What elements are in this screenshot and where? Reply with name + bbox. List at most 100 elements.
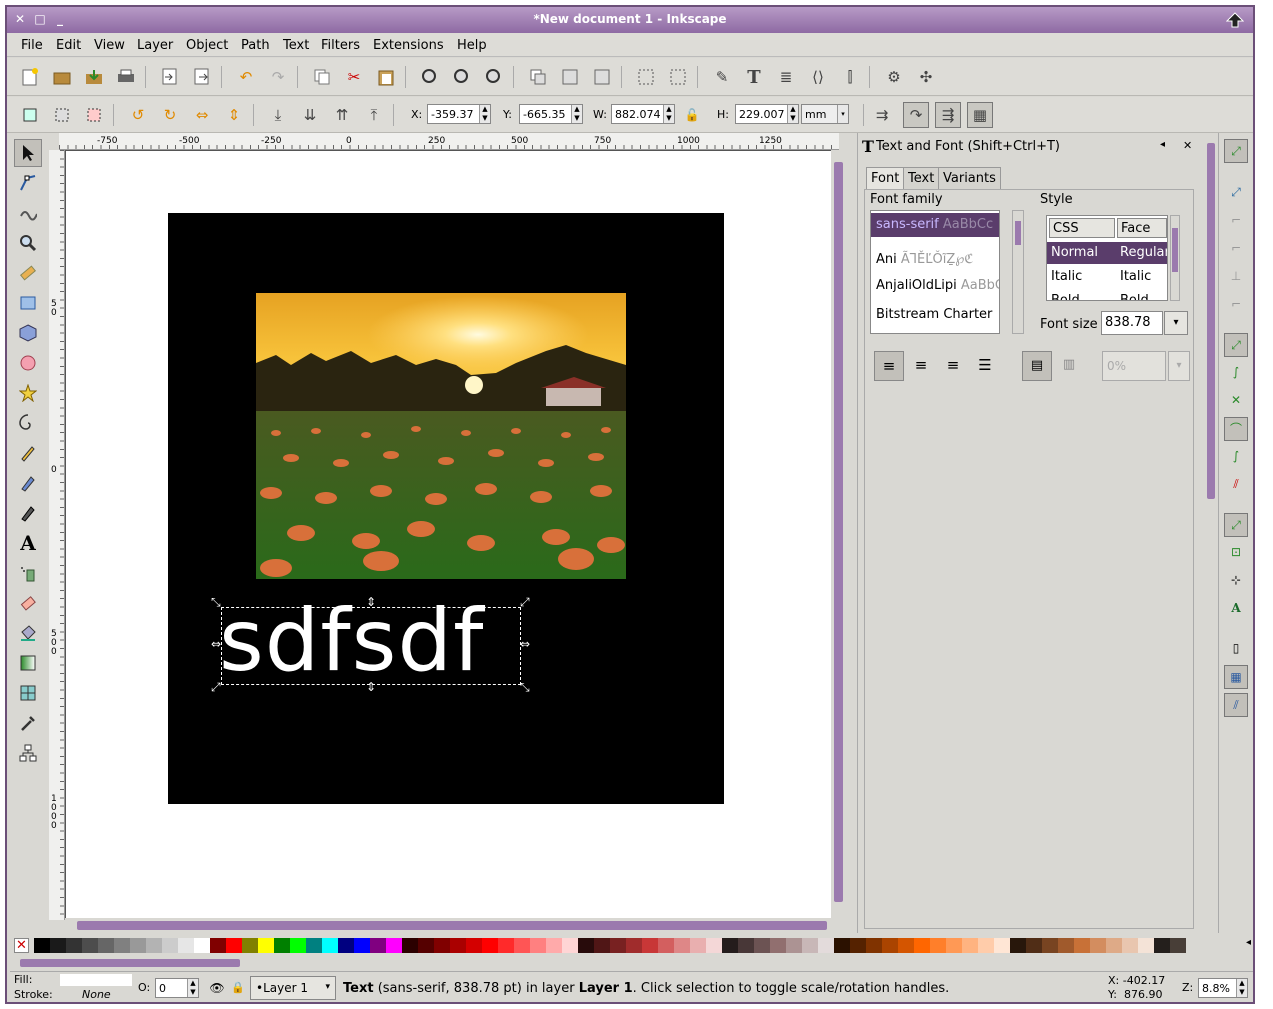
- zoom-selection-icon[interactable]: [419, 66, 441, 88]
- color-swatch[interactable]: [594, 938, 610, 953]
- color-swatch[interactable]: [1138, 938, 1154, 953]
- color-swatch[interactable]: [386, 938, 402, 953]
- color-swatch[interactable]: [578, 938, 594, 953]
- deselect-icon[interactable]: [83, 104, 105, 126]
- dropper-tool-icon[interactable]: [14, 709, 42, 737]
- star-tool-icon[interactable]: [14, 379, 42, 407]
- menu-view[interactable]: View: [94, 38, 125, 53]
- paste-icon[interactable]: [375, 66, 397, 88]
- menu-file[interactable]: File: [21, 38, 43, 53]
- style-scrollbar[interactable]: [1170, 215, 1180, 301]
- rotate-cw-icon[interactable]: ↻: [159, 104, 181, 126]
- tweak-tool-icon[interactable]: [14, 199, 42, 227]
- duplicate-icon[interactable]: [527, 66, 549, 88]
- horizontal-scrollbar[interactable]: [65, 918, 845, 932]
- palette-scroll-thumb[interactable]: [20, 959, 240, 967]
- move-gradients-icon[interactable]: ⇶: [935, 102, 961, 128]
- scale-handle-e[interactable]: ⇔: [520, 637, 530, 651]
- style-header-face[interactable]: Face: [1117, 218, 1167, 238]
- export-icon[interactable]: [191, 66, 213, 88]
- color-swatch[interactable]: [194, 938, 210, 953]
- color-swatch[interactable]: [722, 938, 738, 953]
- color-swatch[interactable]: [210, 938, 226, 953]
- snap-guide-icon[interactable]: ⫽: [1224, 693, 1248, 717]
- lower-icon[interactable]: ⇊: [299, 104, 321, 126]
- font-family-scrollbar[interactable]: [1012, 210, 1024, 334]
- rectangle-tool-icon[interactable]: [14, 289, 42, 317]
- color-swatch[interactable]: [802, 938, 818, 953]
- zoom-field[interactable]: 8.8% ▲ ▼: [1198, 978, 1248, 998]
- color-swatch[interactable]: [370, 938, 386, 953]
- color-swatch[interactable]: [482, 938, 498, 953]
- layer-selector[interactable]: •Layer 1 ▾: [250, 976, 336, 1000]
- snap-midpoints-icon[interactable]: ⫽: [1224, 473, 1248, 497]
- node-tool-icon[interactable]: [14, 169, 42, 197]
- clone-icon[interactable]: [559, 66, 581, 88]
- fill-stroke-icon[interactable]: ✎: [711, 66, 733, 88]
- color-swatch[interactable]: [930, 938, 946, 953]
- snap-intersections-icon[interactable]: ✕: [1224, 389, 1248, 413]
- snap-bbox-edge-icon[interactable]: ⌐: [1224, 209, 1248, 233]
- color-swatch[interactable]: [898, 938, 914, 953]
- line-spacing-dropdown-icon[interactable]: ▾: [1168, 351, 1190, 381]
- save-icon[interactable]: [83, 66, 105, 88]
- color-swatch[interactable]: [290, 938, 306, 953]
- align-right-icon[interactable]: ≡: [938, 351, 968, 381]
- undo-icon[interactable]: ↶: [235, 66, 257, 88]
- zoom-drawing-icon[interactable]: [451, 66, 473, 88]
- color-swatch[interactable]: [322, 938, 338, 953]
- scale-handle-w[interactable]: ⇔: [211, 637, 221, 651]
- snap-toggle-icon[interactable]: ⤢: [1224, 139, 1248, 163]
- color-swatch[interactable]: [754, 938, 770, 953]
- snap-grid-icon[interactable]: ▦: [1224, 665, 1248, 689]
- horizontal-text-icon[interactable]: ▤: [1022, 351, 1052, 381]
- color-swatch[interactable]: [178, 938, 194, 953]
- color-swatch[interactable]: [50, 938, 66, 953]
- new-document-icon[interactable]: [19, 66, 41, 88]
- snap-rotation-center-icon[interactable]: ⊹: [1224, 569, 1248, 593]
- fill-indicator[interactable]: [60, 974, 132, 986]
- horizontal-scroll-thumb[interactable]: [77, 921, 827, 930]
- gradient-tool-icon[interactable]: [14, 649, 42, 677]
- snap-others-icon[interactable]: ⤢: [1224, 513, 1248, 537]
- calligraphy-tool-icon[interactable]: [14, 499, 42, 527]
- lower-to-bottom-icon[interactable]: ⤓: [267, 104, 289, 126]
- color-swatch[interactable]: [946, 938, 962, 953]
- y-field[interactable]: -665.35 ▲ ▼: [519, 104, 583, 124]
- color-swatch[interactable]: [242, 938, 258, 953]
- style-row[interactable]: Italic Italic: [1047, 266, 1167, 288]
- ellipse-tool-icon[interactable]: [14, 349, 42, 377]
- move-patterns-icon[interactable]: ▦: [967, 102, 993, 128]
- color-swatch[interactable]: [450, 938, 466, 953]
- color-swatch[interactable]: [914, 938, 930, 953]
- connector-tool-icon[interactable]: [14, 739, 42, 767]
- copy-icon[interactable]: [311, 66, 333, 88]
- color-swatch[interactable]: [226, 938, 242, 953]
- 3d-box-tool-icon[interactable]: [14, 319, 42, 347]
- snap-text-baseline-icon[interactable]: A: [1224, 597, 1248, 621]
- font-size-dropdown-icon[interactable]: ▾: [1164, 311, 1188, 335]
- h-field[interactable]: 229.007 ▲ ▼: [735, 104, 799, 124]
- x-field[interactable]: -359.37 ▲ ▼: [427, 104, 491, 124]
- menu-extensions[interactable]: Extensions: [373, 38, 444, 53]
- color-swatch[interactable]: [738, 938, 754, 953]
- dock-iconify-icon[interactable]: ◂: [1160, 139, 1165, 150]
- color-swatch[interactable]: [338, 938, 354, 953]
- color-swatch[interactable]: [610, 938, 626, 953]
- xml-editor-icon[interactable]: ⟨⟩: [807, 66, 829, 88]
- snap-page-icon[interactable]: ▯: [1224, 637, 1248, 661]
- snap-bbox-midpoint-icon[interactable]: ⊥: [1224, 265, 1248, 289]
- snap-smooth-icon[interactable]: ∫: [1224, 445, 1248, 469]
- scale-handle-ne[interactable]: ⤢: [520, 595, 530, 610]
- color-swatch[interactable]: [1042, 938, 1058, 953]
- raise-to-top-icon[interactable]: ⤒: [363, 104, 385, 126]
- color-swatch[interactable]: [162, 938, 178, 953]
- color-swatch[interactable]: [1106, 938, 1122, 953]
- style-list[interactable]: CSS Face Normal Regular Italic Italic Bo…: [1046, 215, 1168, 301]
- spray-tool-icon[interactable]: [14, 559, 42, 587]
- color-swatch[interactable]: [34, 938, 50, 953]
- measure-tool-icon[interactable]: [14, 259, 42, 287]
- layers-icon[interactable]: ≣: [775, 66, 797, 88]
- open-icon[interactable]: [51, 66, 73, 88]
- style-header-css[interactable]: CSS: [1049, 218, 1115, 238]
